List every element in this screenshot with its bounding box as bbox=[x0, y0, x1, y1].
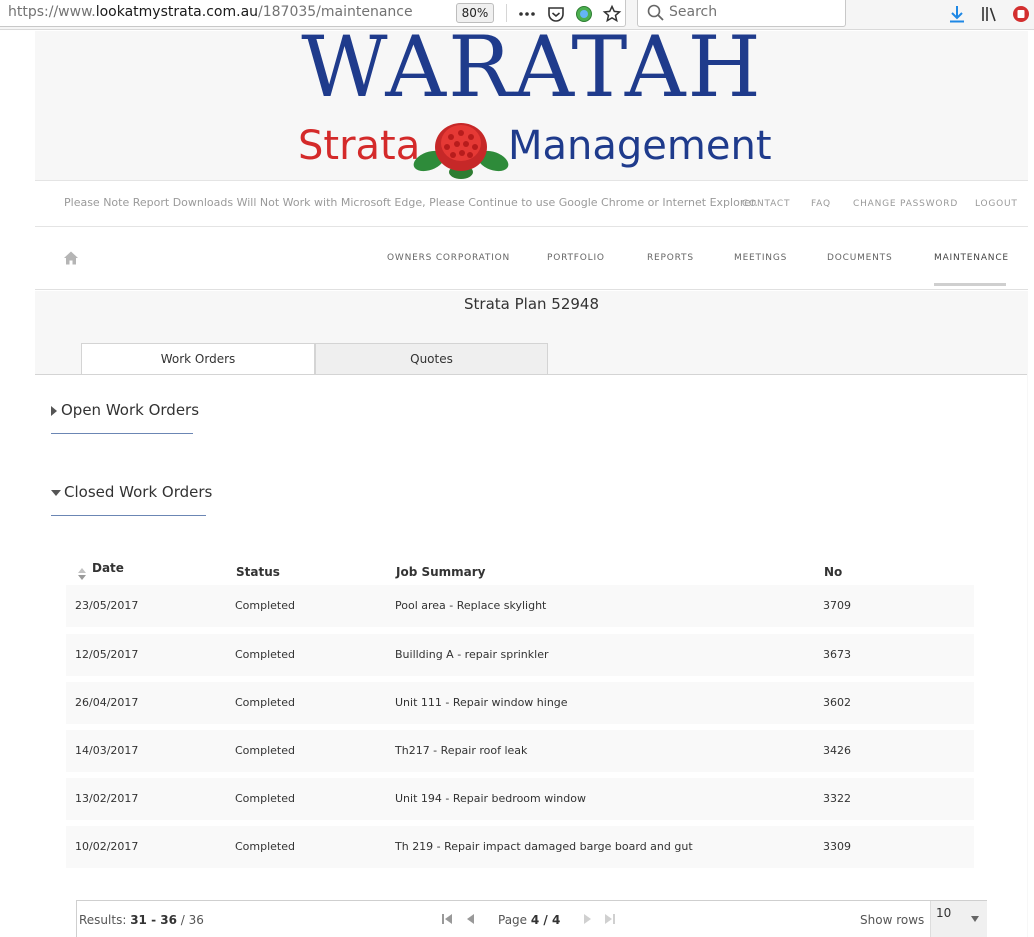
column-header-status[interactable]: Status bbox=[236, 565, 280, 579]
first-page-icon[interactable] bbox=[441, 913, 453, 925]
cell-status: Completed bbox=[235, 744, 295, 757]
results-summary: Results: 31 - 36 / 36 bbox=[79, 913, 204, 927]
change-password-link[interactable]: CHANGE PASSWORD bbox=[853, 199, 958, 209]
closed-section-underline bbox=[51, 515, 206, 516]
cell-date: 14/03/2017 bbox=[75, 744, 139, 757]
last-page-icon[interactable] bbox=[604, 913, 616, 925]
caret-right-icon bbox=[51, 405, 57, 416]
cell-job-summary: Unit 194 - Repair bedroom window bbox=[395, 792, 586, 805]
pagination-bar: Results: 31 - 36 / 36 Page 4 / 4 Show ro… bbox=[76, 900, 987, 937]
caret-down-icon bbox=[51, 489, 61, 496]
nav-documents[interactable]: DOCUMENTS bbox=[827, 253, 892, 263]
rows-per-page-value: 10 bbox=[936, 906, 952, 920]
logout-link[interactable]: LOGOUT bbox=[975, 199, 1018, 209]
nav-meetings[interactable]: MEETINGS bbox=[734, 253, 787, 263]
results-label: Results: bbox=[79, 913, 127, 927]
page-indicator: Page 4 / 4 bbox=[498, 913, 560, 927]
nav-maintenance[interactable]: MAINTENANCE bbox=[934, 253, 1009, 263]
table-row[interactable]: 23/05/2017 Completed Pool area - Replace… bbox=[66, 585, 974, 627]
closed-work-orders-title: Closed Work Orders bbox=[64, 483, 213, 501]
column-header-no[interactable]: No bbox=[824, 565, 842, 579]
cell-job-summary: Pool area - Replace skylight bbox=[395, 599, 547, 612]
notice-bar: Please Note Report Downloads Will Not Wo… bbox=[35, 180, 1028, 227]
cell-no: 3709 bbox=[823, 599, 851, 612]
cell-status: Completed bbox=[235, 840, 295, 853]
closed-work-orders-toggle[interactable]: Closed Work Orders bbox=[51, 483, 212, 501]
cell-no: 3673 bbox=[823, 648, 851, 661]
cell-date: 12/05/2017 bbox=[75, 648, 139, 661]
waratah-flower-icon bbox=[413, 123, 509, 179]
next-page-icon[interactable] bbox=[582, 913, 594, 925]
cell-no: 3309 bbox=[823, 840, 851, 853]
show-rows-label: Show rows bbox=[860, 913, 925, 927]
tab-quotes[interactable]: Quotes bbox=[315, 343, 548, 375]
results-range: 31 - 36 bbox=[130, 913, 177, 927]
open-section-underline bbox=[51, 433, 193, 434]
cell-job-summary: Buillding A - repair sprinkler bbox=[395, 648, 549, 661]
cell-status: Completed bbox=[235, 648, 295, 661]
cell-job-summary: Th217 - Repair roof leak bbox=[395, 744, 528, 757]
content-area: Strata Plan 52948 Work Orders Quotes Ope… bbox=[35, 291, 1028, 937]
cell-date: 26/04/2017 bbox=[75, 696, 139, 709]
cell-status: Completed bbox=[235, 792, 295, 805]
results-total: / 36 bbox=[180, 913, 204, 927]
library-icon[interactable] bbox=[979, 4, 999, 24]
column-header-date[interactable]: Date bbox=[92, 561, 124, 575]
table-row[interactable]: 13/02/2017 Completed Unit 194 - Repair b… bbox=[66, 778, 974, 820]
browser-notice: Please Note Report Downloads Will Not Wo… bbox=[64, 196, 758, 209]
page-value: 4 / 4 bbox=[530, 913, 561, 927]
plan-title: Strata Plan 52948 bbox=[464, 295, 599, 313]
cell-status: Completed bbox=[235, 599, 295, 612]
faq-link[interactable]: FAQ bbox=[811, 199, 831, 209]
nav-portfolio[interactable]: PORTFOLIO bbox=[547, 253, 605, 263]
nav-reports[interactable]: REPORTS bbox=[647, 253, 694, 263]
main-nav: OWNERS CORPORATION PORTFOLIO REPORTS MEE… bbox=[35, 227, 1028, 290]
table-row[interactable]: 26/04/2017 Completed Unit 111 - Repair w… bbox=[66, 682, 974, 724]
brand-subtitle-strata: Strata bbox=[298, 123, 421, 169]
chevron-down-icon bbox=[971, 916, 979, 922]
brand-subtitle-management: Management bbox=[508, 123, 772, 169]
open-work-orders-toggle[interactable]: Open Work Orders bbox=[51, 401, 199, 419]
cell-date: 10/02/2017 bbox=[75, 840, 139, 853]
column-header-job-summary[interactable]: Job Summary bbox=[396, 565, 486, 579]
home-icon[interactable] bbox=[63, 250, 79, 266]
extension-shield-icon[interactable] bbox=[1011, 4, 1031, 24]
download-icon[interactable] bbox=[947, 4, 967, 24]
brand-title: WARATAH bbox=[301, 18, 763, 116]
page: WARATAH Strata Management Please Note Re… bbox=[35, 18, 1028, 937]
sort-icon[interactable] bbox=[78, 568, 86, 580]
cell-job-summary: Unit 111 - Repair window hinge bbox=[395, 696, 568, 709]
cell-no: 3602 bbox=[823, 696, 851, 709]
rows-per-page-select[interactable]: 10 bbox=[930, 901, 987, 937]
header-logo-band: WARATAH Strata Management bbox=[35, 18, 1028, 180]
table-row[interactable]: 14/03/2017 Completed Th217 - Repair roof… bbox=[66, 730, 974, 772]
cell-no: 3322 bbox=[823, 792, 851, 805]
nav-active-indicator bbox=[934, 283, 1006, 286]
cell-no: 3426 bbox=[823, 744, 851, 757]
tab-work-orders[interactable]: Work Orders bbox=[81, 343, 315, 376]
cell-date: 23/05/2017 bbox=[75, 599, 139, 612]
cell-status: Completed bbox=[235, 696, 295, 709]
work-orders-panel: Open Work Orders Closed Work Orders Date… bbox=[35, 375, 1027, 937]
open-work-orders-title: Open Work Orders bbox=[61, 401, 200, 419]
nav-owners-corporation[interactable]: OWNERS CORPORATION bbox=[387, 253, 510, 263]
contact-link[interactable]: CONTACT bbox=[742, 199, 790, 209]
previous-page-icon[interactable] bbox=[464, 913, 476, 925]
cell-job-summary: Th 219 - Repair impact damaged barge boa… bbox=[395, 840, 693, 853]
page-label: Page bbox=[498, 913, 528, 927]
table-row[interactable]: 12/05/2017 Completed Buillding A - repai… bbox=[66, 634, 974, 676]
cell-date: 13/02/2017 bbox=[75, 792, 139, 805]
table-row[interactable]: 10/02/2017 Completed Th 219 - Repair imp… bbox=[66, 826, 974, 868]
